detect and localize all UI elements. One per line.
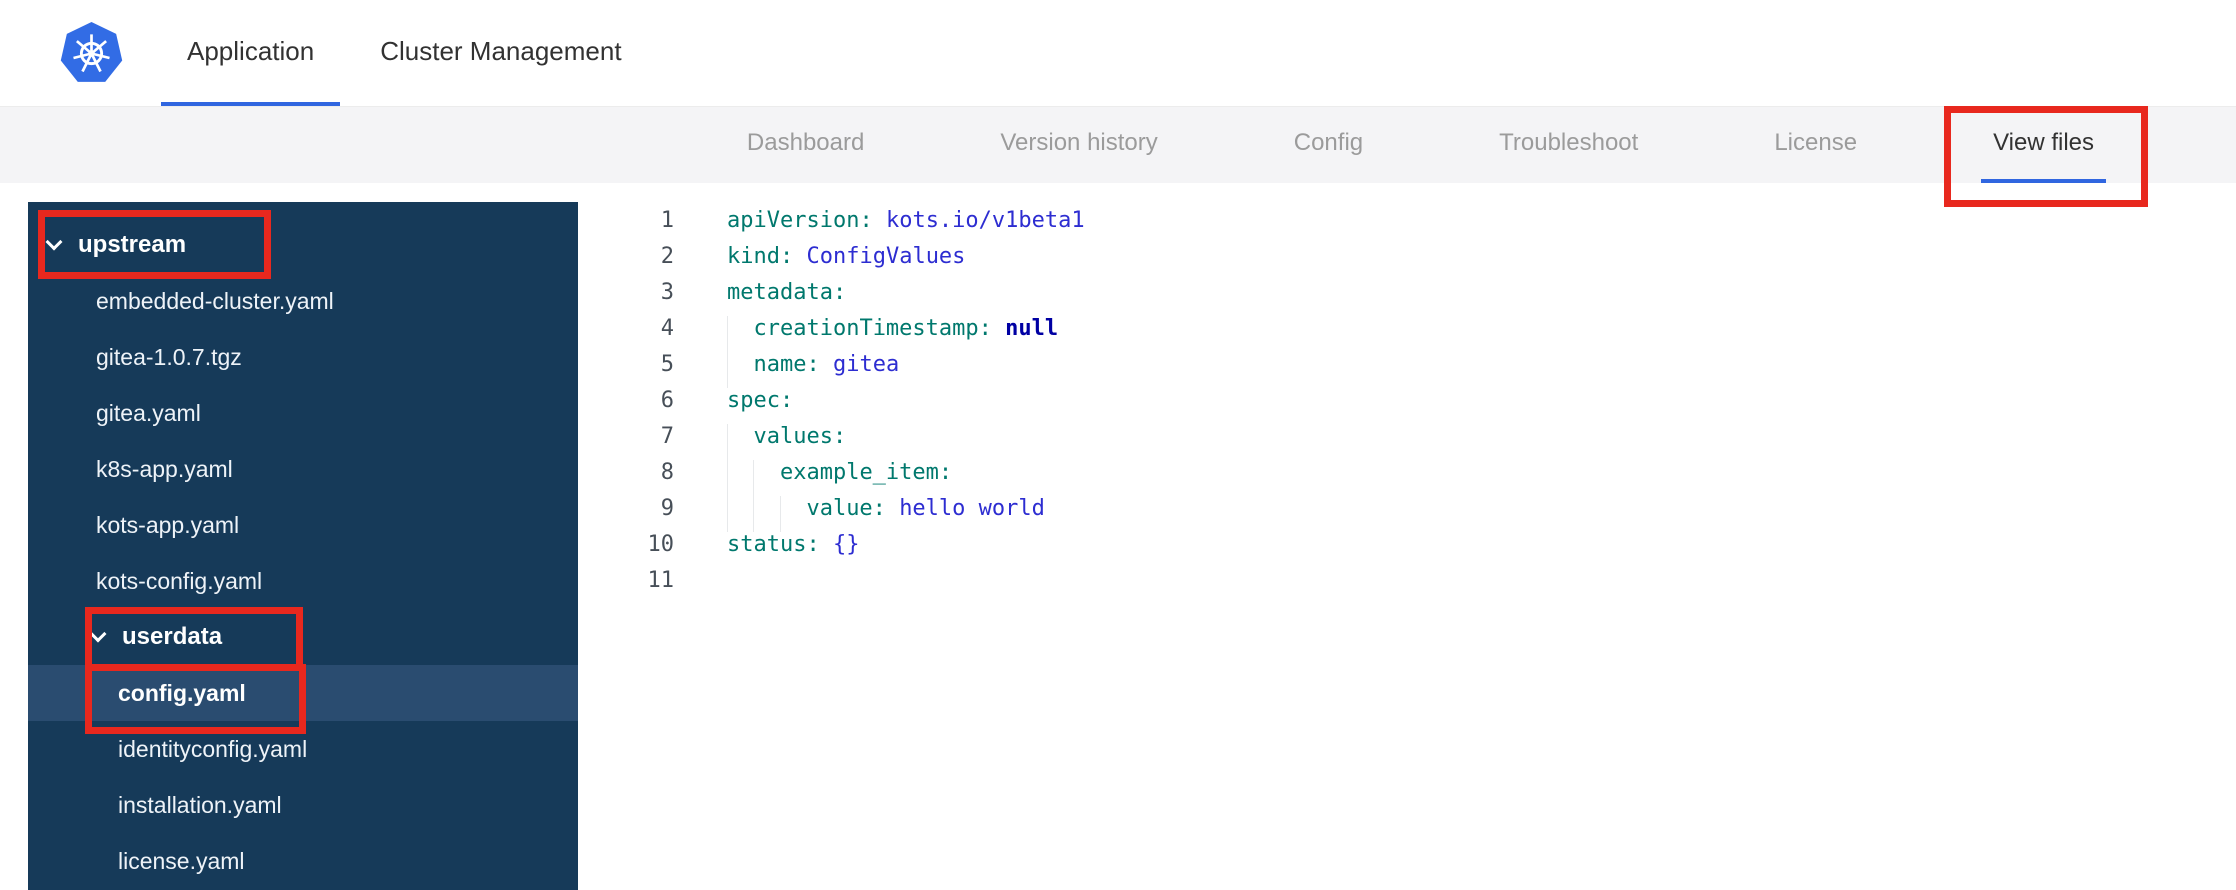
- chevron-down-icon: [45, 233, 63, 251]
- chevron-down-icon: [89, 625, 107, 643]
- tree-item-label: installation.yaml: [118, 791, 282, 818]
- code-line: name: gitea: [727, 352, 2236, 388]
- tree-item-label: identityconfig.yaml: [118, 735, 308, 762]
- tab-cluster-management[interactable]: Cluster Management: [354, 0, 647, 106]
- tab-application[interactable]: Application: [161, 0, 341, 106]
- tree-item-label: k8s-app.yaml: [96, 455, 233, 482]
- screen: Application Cluster Management Dashboard V…: [0, 0, 2236, 890]
- file-viewer[interactable]: 1 2 3 4 5 6 7 8 9 10 11 apiVersion: kots.io/v1beta…: [578, 202, 2236, 890]
- line-number: 10: [647, 532, 675, 557]
- tree-item-label: gitea-1.0.7.tgz: [96, 343, 242, 370]
- tree-file-kots-app-yaml[interactable]: kots-app.yaml: [28, 497, 578, 553]
- tree-folder-upstream[interactable]: upstream: [28, 217, 578, 273]
- line-number: 6: [660, 388, 674, 413]
- editor-code: apiVersion: kots.io/v1beta1 kind: ConfigV…: [698, 202, 2236, 890]
- code-line: spec:: [727, 388, 794, 413]
- code-line: values:: [727, 424, 2236, 460]
- file-tree: upstream embedded-cluster.yaml gitea-1.0.7…: [28, 202, 578, 890]
- tab-config[interactable]: Config: [1282, 107, 1375, 183]
- header-tabs: Application Cluster Management: [161, 0, 648, 106]
- code-line: status: {}: [727, 532, 860, 557]
- tree-item-label: kots-app.yaml: [96, 511, 240, 538]
- line-number: 5: [660, 352, 674, 377]
- tree-item-label: kots-config.yaml: [96, 567, 263, 594]
- code-line: example_item:: [727, 460, 2236, 496]
- kubernetes-logo-icon: [60, 21, 123, 82]
- tree-file-kots-config-yaml[interactable]: kots-config.yaml: [28, 553, 578, 609]
- tree-item-label: embedded-cluster.yaml: [96, 287, 334, 314]
- line-number: 2: [660, 244, 674, 269]
- line-number: 9: [660, 496, 674, 521]
- tab-troubleshoot[interactable]: Troubleshoot: [1487, 107, 1650, 183]
- tree-file-config-yaml[interactable]: config.yaml: [28, 665, 578, 721]
- subnav-tabs: Dashboard Version history Config Troublesho…: [0, 107, 2236, 183]
- tree-file-embedded-cluster-yaml[interactable]: embedded-cluster.yaml: [28, 273, 578, 329]
- line-number: 11: [647, 568, 675, 593]
- editor-gutter: 1 2 3 4 5 6 7 8 9 10 11: [578, 202, 698, 890]
- tab-dashboard[interactable]: Dashboard: [735, 107, 876, 183]
- tab-license[interactable]: License: [1762, 107, 1869, 183]
- code-line: apiVersion: kots.io/v1beta1: [727, 208, 1085, 233]
- code-line: creationTimestamp: null: [727, 316, 2236, 352]
- tree-file-gitea-1-0-7-tgz[interactable]: gitea-1.0.7.tgz: [28, 329, 578, 385]
- tree-file-identityconfig-yaml[interactable]: identityconfig.yaml: [28, 721, 578, 777]
- tree-item-label: config.yaml: [118, 679, 246, 706]
- line-number: 1: [660, 208, 674, 233]
- tree-file-gitea-yaml[interactable]: gitea.yaml: [28, 385, 578, 441]
- code-line: metadata:: [727, 280, 847, 305]
- tree-item-label: gitea.yaml: [96, 399, 201, 426]
- tree-folder-userdata[interactable]: userdata: [28, 609, 578, 665]
- top-bar: Application Cluster Management: [0, 0, 2236, 107]
- code-line: value: hello world: [727, 496, 2236, 532]
- tab-version-history[interactable]: Version history: [988, 107, 1169, 183]
- line-number: 4: [660, 316, 674, 341]
- line-number: 3: [660, 280, 674, 305]
- line-number: 7: [660, 424, 674, 449]
- tree-item-label: license.yaml: [118, 847, 245, 874]
- logo-wrap[interactable]: [0, 0, 161, 106]
- code-line: kind: ConfigValues: [727, 244, 966, 269]
- tree-file-license-yaml[interactable]: license.yaml: [28, 833, 578, 889]
- line-number: 8: [660, 460, 674, 485]
- tree-file-installation-yaml[interactable]: installation.yaml: [28, 777, 578, 833]
- tree-item-label: userdata: [122, 623, 223, 650]
- tree-file-k8s-app-yaml[interactable]: k8s-app.yaml: [28, 441, 578, 497]
- tree-item-label: upstream: [78, 231, 187, 258]
- tab-view-files[interactable]: View files: [1981, 107, 2106, 183]
